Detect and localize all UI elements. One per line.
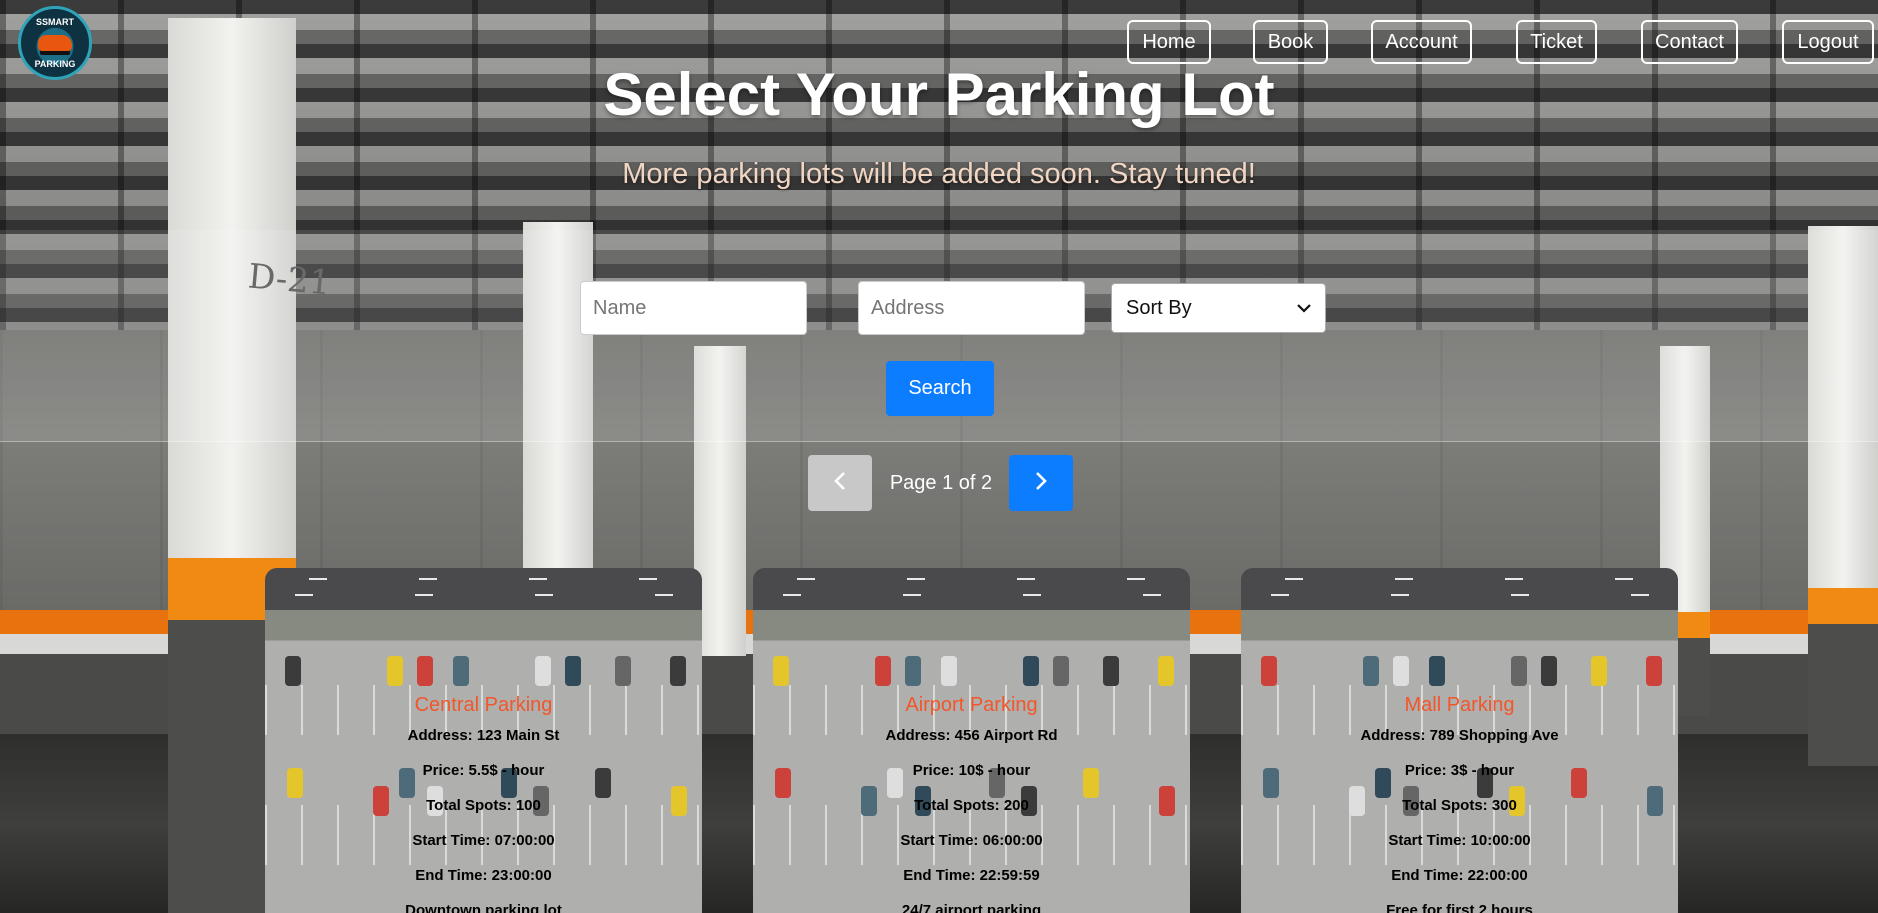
lot-description: Downtown parking lot [405,902,562,913]
lot-end-time: End Time: 22:59:59 [903,867,1040,884]
address-search-input[interactable] [858,281,1085,335]
top-nav: Home Book Account Ticket Contact Logout [0,20,1878,64]
lot-start-time: Start Time: 07:00:00 [412,832,555,849]
lot-description: 24/7 airport parking [901,902,1042,913]
lot-price: Price: 10$ - hour [912,762,1031,779]
lot-end-time: End Time: 22:00:00 [1391,867,1528,884]
search-button[interactable]: Search [886,361,994,416]
nav-ticket-button[interactable]: Ticket [1516,20,1597,64]
sort-by-select[interactable]: Sort By [1111,283,1326,333]
lot-name[interactable]: Airport Parking [753,694,1190,717]
parking-lot-card[interactable]: Central Parking Address: 123 Main St Pri… [265,568,702,913]
sort-by-value: Sort By [1126,296,1192,319]
chevron-down-icon [1297,300,1311,316]
lot-description: Free for first 2 hours [1386,902,1533,913]
next-page-button[interactable] [1009,455,1073,511]
lot-total-spots: Total Spots: 200 [914,797,1029,814]
lot-address: Address: 123 Main St [407,727,560,744]
lot-address: Address: 789 Shopping Ave [1360,727,1559,744]
parking-lot-card[interactable]: Airport Parking Address: 456 Airport Rd … [753,568,1190,913]
chevron-right-icon [1034,471,1048,495]
nav-home-button[interactable]: Home [1127,20,1211,64]
name-search-input[interactable] [580,281,807,335]
chevron-left-icon [833,471,847,495]
lot-name[interactable]: Mall Parking [1241,694,1678,717]
nav-contact-button[interactable]: Contact [1641,20,1738,64]
lot-address: Address: 456 Airport Rd [885,727,1058,744]
nav-account-button[interactable]: Account [1371,20,1472,64]
lot-total-spots: Total Spots: 100 [426,797,541,814]
page-title: Select Your Parking Lot [603,61,1275,128]
nav-book-button[interactable]: Book [1253,20,1328,64]
previous-page-button[interactable] [808,455,872,511]
lot-price: Price: 3$ - hour [1404,762,1515,779]
nav-logout-button[interactable]: Logout [1782,20,1874,64]
lot-name[interactable]: Central Parking [265,694,702,717]
parking-lot-card[interactable]: Mall Parking Address: 789 Shopping Ave P… [1241,568,1678,913]
lot-total-spots: Total Spots: 300 [1402,797,1517,814]
page-indicator: Page 1 of 2 [889,471,993,494]
lot-price: Price: 5.5$ - hour [422,762,545,779]
page-subtitle: More parking lots will be added soon. St… [622,158,1256,190]
lot-end-time: End Time: 23:00:00 [415,867,552,884]
lot-start-time: Start Time: 10:00:00 [1388,832,1531,849]
lot-start-time: Start Time: 06:00:00 [900,832,1043,849]
